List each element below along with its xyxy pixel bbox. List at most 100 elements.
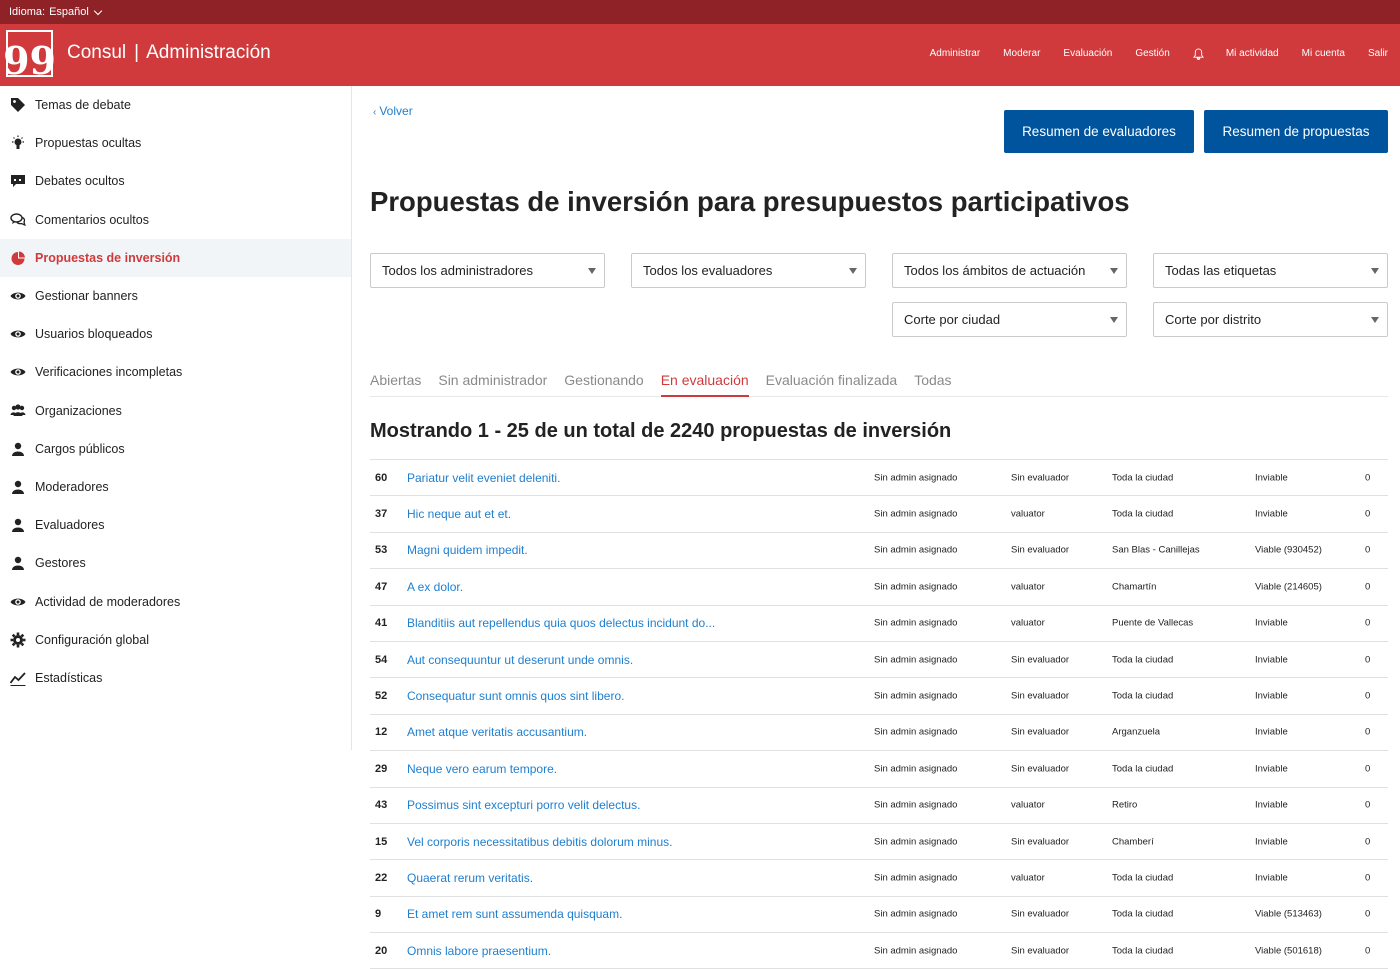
proposal-valuator: valuator bbox=[1011, 508, 1045, 520]
sidebar-item-gestores[interactable]: Gestores bbox=[0, 544, 351, 582]
sidebar-item-propuestas-ocultas[interactable]: Propuestas ocultas bbox=[0, 124, 351, 162]
area-filter-select[interactable]: Todos los ámbitos de actuación bbox=[892, 253, 1127, 288]
tab-gestionando[interactable]: Gestionando bbox=[564, 372, 643, 397]
eye-icon bbox=[9, 363, 27, 381]
brand-title[interactable]: Consul | Administración bbox=[67, 42, 271, 64]
tab-en-evaluacion[interactable]: En evaluación bbox=[660, 372, 749, 397]
table-row: 15 Vel corporis necessitatibus debitis do… bbox=[370, 824, 1388, 861]
proposal-id: 47 bbox=[375, 580, 388, 593]
proposal-geozone: Puente de Vallecas bbox=[1112, 617, 1194, 629]
proposal-id: 53 bbox=[375, 544, 388, 557]
proposal-title-link[interactable]: Consequatur sunt omnis quos sint libero. bbox=[407, 689, 624, 703]
sidebar-item-evaluadores[interactable]: Evaluadores bbox=[0, 506, 351, 544]
tab-todas[interactable]: Todas bbox=[914, 372, 951, 397]
sidebar-item-estadisticas[interactable]: Estadísticas bbox=[0, 659, 351, 697]
sidebar-item-label: Gestores bbox=[35, 556, 86, 571]
proposal-feasibility: Inviable bbox=[1255, 872, 1288, 884]
consul-logo[interactable]: 99 bbox=[3, 30, 56, 79]
table-row: 29 Neque vero earum tempore. Sin admin asi… bbox=[370, 751, 1388, 788]
proposal-title-link[interactable]: Quaerat rerum veritatis. bbox=[407, 871, 533, 885]
language-bar: Idioma: Español bbox=[0, 0, 1400, 24]
sidebar-item-actividad-de-moderadores[interactable]: Actividad de moderadores bbox=[0, 582, 351, 620]
dropdown-arrow-icon bbox=[1371, 268, 1379, 274]
chevron-left-icon: ‹ bbox=[373, 107, 377, 118]
sidebar-item-comentarios-ocultos[interactable]: Comentarios ocultos bbox=[0, 201, 351, 239]
proposal-feasibility: Inviable bbox=[1255, 763, 1288, 775]
proposal-id: 54 bbox=[375, 653, 388, 666]
proposal-feasibility: Inviable bbox=[1255, 472, 1288, 484]
admin-filter-select[interactable]: Todos los administradores bbox=[370, 253, 605, 288]
brand-separator: | bbox=[134, 42, 140, 63]
proposal-feasibility: Viable (930452) bbox=[1255, 544, 1322, 556]
valuator-filter-value: Todos los evaluadores bbox=[643, 263, 773, 278]
proposal-feasibility: Inviable bbox=[1255, 836, 1288, 848]
city-filter-select[interactable]: Corte por ciudad bbox=[892, 302, 1127, 337]
proposal-title-link[interactable]: Amet atque veritatis accusantium. bbox=[407, 725, 587, 739]
proposal-title-link[interactable]: Neque vero earum tempore. bbox=[407, 762, 557, 776]
sidebar-item-moderadores[interactable]: Moderadores bbox=[0, 468, 351, 506]
district-filter-select[interactable]: Corte por distrito bbox=[1153, 302, 1388, 337]
sidebar-item-temas-de-debate[interactable]: Temas de debate bbox=[0, 86, 351, 124]
table-row: 60 Pariatur velit eveniet deleniti. Sin ad… bbox=[370, 460, 1388, 497]
nav-gestion[interactable]: Gestión bbox=[1135, 48, 1169, 59]
nav-mi-cuenta[interactable]: Mi cuenta bbox=[1302, 48, 1345, 59]
proposal-title-link[interactable]: Magni quidem impedit. bbox=[407, 543, 528, 557]
sidebar-item-configuracion-global[interactable]: Configuración global bbox=[0, 621, 351, 659]
proposal-geozone: Chamartín bbox=[1112, 581, 1157, 593]
table-row: 20 Omnis labore praesentium. Sin admin asi… bbox=[370, 933, 1388, 969]
tab-evaluacion-finalizada[interactable]: Evaluación finalizada bbox=[766, 372, 898, 397]
nav-salir[interactable]: Salir bbox=[1368, 48, 1388, 59]
sidebar-item-gestionar-banners[interactable]: Gestionar banners bbox=[0, 277, 351, 315]
dropdown-arrow-icon bbox=[1371, 317, 1379, 323]
nav-moderar[interactable]: Moderar bbox=[1003, 48, 1040, 59]
back-link[interactable]: ‹ Volver bbox=[373, 104, 413, 118]
valuator-filter-select[interactable]: Todos los evaluadores bbox=[631, 253, 866, 288]
district-filter-value: Corte por distrito bbox=[1165, 312, 1262, 327]
tab-sin-administrador[interactable]: Sin administrador bbox=[438, 372, 547, 397]
proposal-title-link[interactable]: A ex dolor. bbox=[407, 580, 463, 594]
proposal-title-link[interactable]: Possimus sint excepturi porro velit dele… bbox=[407, 798, 640, 812]
user-icon bbox=[9, 554, 27, 572]
sidebar-item-verificaciones-incompletas[interactable]: Verificaciones incompletas bbox=[0, 353, 351, 391]
proposal-feasibility: Viable (214605) bbox=[1255, 581, 1322, 593]
nav-mi-actividad[interactable]: Mi actividad bbox=[1226, 48, 1279, 59]
proposal-geozone: Arganzuela bbox=[1112, 726, 1161, 738]
valuators-summary-button[interactable]: Resumen de evaluadores bbox=[1004, 110, 1194, 153]
proposal-admin: Sin admin asignado bbox=[874, 617, 958, 629]
proposal-admin: Sin admin asignado bbox=[874, 726, 958, 738]
nav-evaluacion[interactable]: Evaluación bbox=[1063, 48, 1112, 59]
proposal-title-link[interactable]: Et amet rem sunt assumenda quisquam. bbox=[407, 907, 622, 921]
sidebar-item-label: Propuestas de inversión bbox=[35, 250, 181, 265]
proposal-title-link[interactable]: Aut consequuntur ut deserunt unde omnis. bbox=[407, 653, 633, 667]
language-value: Español bbox=[49, 6, 89, 18]
dropdown-arrow-icon bbox=[849, 268, 857, 274]
tab-abiertas[interactable]: Abiertas bbox=[370, 372, 421, 397]
budget-icon bbox=[9, 249, 27, 267]
proposal-count: 0 bbox=[1365, 872, 1371, 884]
sidebar-item-debates-ocultos[interactable]: Debates ocultos bbox=[0, 162, 351, 200]
bell-icon[interactable] bbox=[1192, 48, 1204, 60]
sidebar-item-label: Configuración global bbox=[35, 632, 149, 647]
sidebar-item-cargos-publicos[interactable]: Cargos públicos bbox=[0, 430, 351, 468]
proposal-geozone: Retiro bbox=[1112, 799, 1138, 811]
sidebar-item-propuestas-de-inversion[interactable]: Propuestas de inversión bbox=[0, 238, 351, 277]
proposals-summary-button[interactable]: Resumen de propuestas bbox=[1204, 110, 1388, 153]
proposal-title-link[interactable]: Blanditiis aut repellendus quia quos del… bbox=[407, 616, 715, 630]
lightbulb-icon bbox=[9, 134, 27, 152]
sidebar-item-organizaciones[interactable]: Organizaciones bbox=[0, 392, 351, 430]
nav-administrar[interactable]: Administrar bbox=[930, 48, 981, 59]
proposal-title-link[interactable]: Omnis labore praesentium. bbox=[407, 944, 551, 958]
tag-filter-select[interactable]: Todas las etiquetas bbox=[1153, 253, 1388, 288]
proposal-feasibility: Inviable bbox=[1255, 654, 1288, 666]
proposal-geozone: Chamberí bbox=[1112, 836, 1154, 848]
proposal-title-link[interactable]: Vel corporis necessitatibus debitis dolo… bbox=[407, 835, 672, 849]
proposal-title-link[interactable]: Pariatur velit eveniet deleniti. bbox=[407, 471, 560, 485]
proposal-admin: Sin admin asignado bbox=[874, 836, 958, 848]
proposal-title-link[interactable]: Hic neque aut et et. bbox=[407, 507, 511, 521]
debate-icon bbox=[9, 172, 27, 190]
eye-icon bbox=[9, 593, 27, 611]
language-select[interactable]: Español bbox=[49, 6, 103, 18]
proposal-admin: Sin admin asignado bbox=[874, 872, 958, 884]
brand-section: Administración bbox=[146, 42, 271, 63]
sidebar-item-usuarios-bloqueados[interactable]: Usuarios bloqueados bbox=[0, 315, 351, 353]
